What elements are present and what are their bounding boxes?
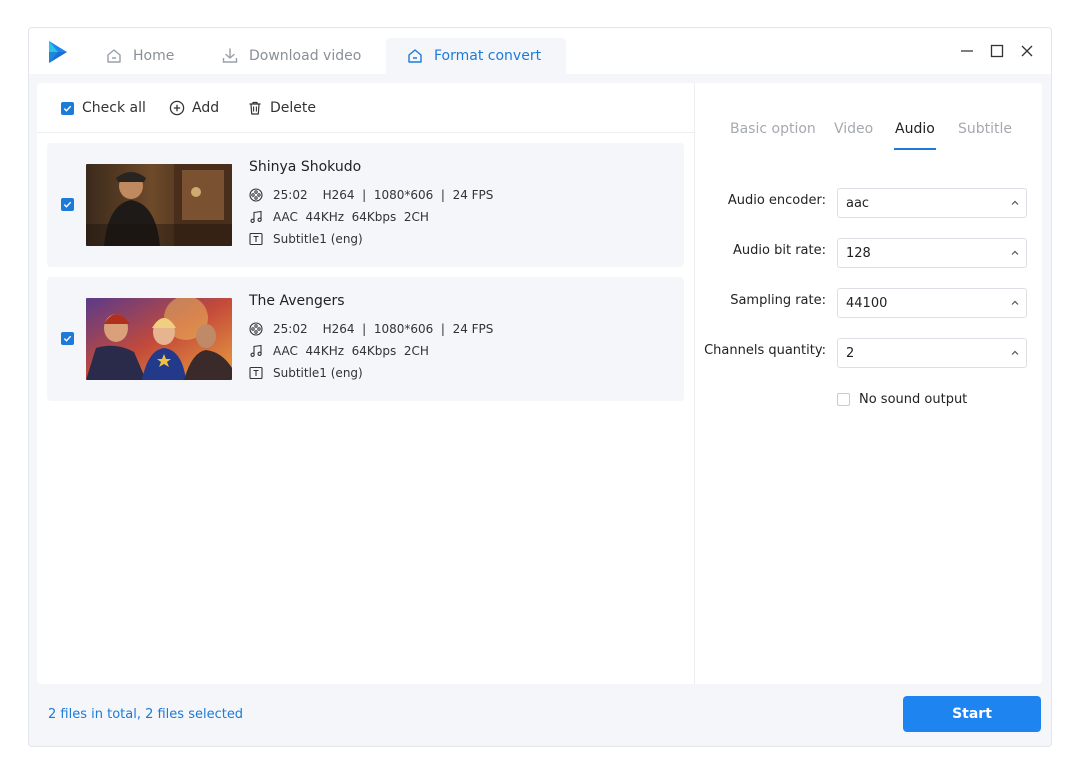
tab-basic-option[interactable]: Basic option — [730, 121, 816, 137]
channels-quantity-label: Channels quantity: — [704, 343, 826, 358]
file-title: The Avengers — [249, 293, 345, 309]
file-card[interactable]: Shinya Shokudo 25:02 H264 | 1080*606 | 2… — [47, 143, 684, 267]
delete-button[interactable]: Delete — [247, 99, 316, 117]
trash-icon — [247, 100, 263, 116]
audio-info-row: AAC 44KHz 64Kbps 2CH — [249, 210, 429, 224]
video-info: H264 | 1080*606 | 24 FPS — [322, 322, 494, 336]
sampling-rate-label: Sampling rate: — [730, 293, 826, 308]
home-icon — [105, 47, 123, 65]
audio-info-row: AAC 44KHz 64Kbps 2CH — [249, 344, 429, 358]
audio-info: AAC 44KHz 64Kbps 2CH — [273, 210, 429, 224]
app-logo-icon — [49, 41, 67, 63]
music-note-icon — [249, 210, 263, 224]
subtitle-info: Subtitle1 (eng) — [273, 232, 363, 246]
close-icon[interactable] — [1016, 40, 1038, 62]
audio-encoder-value: aac — [846, 195, 870, 211]
sampling-rate-select[interactable]: 44100 — [837, 288, 1027, 318]
video-thumbnail — [86, 298, 232, 380]
add-label: Add — [192, 100, 220, 116]
subtitle-icon — [249, 232, 263, 246]
check-all-button[interactable]: Check all — [61, 99, 146, 117]
subtitle-info-row: Subtitle1 (eng) — [249, 232, 363, 246]
tab-download-video[interactable]: Download video — [201, 38, 381, 74]
file-checkbox[interactable] — [61, 332, 74, 345]
tab-download-label: Download video — [249, 48, 362, 64]
tab-subtitle[interactable]: Subtitle — [958, 121, 1012, 137]
file-card[interactable]: The Avengers 25:02 H264 | 1080*606 | 24 … — [47, 277, 684, 401]
tab-format-label: Format convert — [434, 48, 542, 64]
video-thumbnail — [86, 164, 232, 246]
tab-audio[interactable]: Audio — [895, 121, 935, 137]
video-info: H264 | 1080*606 | 24 FPS — [322, 188, 494, 202]
tab-home-label: Home — [133, 48, 175, 64]
chevron-up-icon — [1011, 350, 1019, 355]
add-button[interactable]: Add — [169, 99, 219, 117]
video-info-row: 25:02 H264 | 1080*606 | 24 FPS — [249, 322, 493, 336]
no-sound-checkbox[interactable] — [837, 393, 850, 406]
music-note-icon — [249, 344, 263, 358]
check-all-checkbox[interactable] — [61, 101, 74, 115]
home-icon — [406, 47, 424, 65]
file-list-pane: Check all Add Delete Shinya Shokudo 25:0… — [37, 83, 695, 684]
audio-encoder-select[interactable]: aac — [837, 188, 1027, 218]
delete-label: Delete — [270, 100, 316, 116]
check-all-label: Check all — [82, 100, 146, 116]
film-reel-icon — [249, 188, 263, 202]
chevron-up-icon — [1011, 300, 1019, 305]
channels-quantity-select[interactable]: 2 — [837, 338, 1027, 368]
settings-pane: Basic option Video Audio Subtitle Audio … — [695, 83, 1042, 684]
tab-format-convert[interactable]: Format convert — [386, 38, 566, 74]
subtitle-info: Subtitle1 (eng) — [273, 366, 363, 380]
video-info-row: 25:02 H264 | 1080*606 | 24 FPS — [249, 188, 493, 202]
no-sound-label: No sound output — [859, 392, 968, 407]
audio-bitrate-value: 128 — [846, 245, 871, 261]
sampling-rate-value: 44100 — [846, 295, 888, 311]
file-toolbar: Check all Add Delete — [37, 83, 695, 133]
channels-quantity-value: 2 — [846, 345, 855, 361]
duration: 25:02 — [273, 322, 308, 336]
add-circle-icon — [169, 100, 185, 116]
app-window: Home Download video Format convert Check… — [28, 27, 1052, 747]
audio-info: AAC 44KHz 64Kbps 2CH — [273, 344, 429, 358]
chevron-up-icon — [1011, 200, 1019, 205]
tab-home[interactable]: Home — [85, 38, 194, 74]
subtitle-info-row: Subtitle1 (eng) — [249, 366, 363, 380]
status-text: 2 files in total, 2 files selected — [48, 707, 244, 722]
start-button[interactable]: Start — [903, 696, 1041, 732]
minimize-icon[interactable] — [956, 40, 978, 62]
maximize-icon[interactable] — [986, 40, 1008, 62]
active-tab-indicator — [894, 148, 936, 150]
download-icon — [221, 47, 239, 65]
audio-encoder-label: Audio encoder: — [727, 193, 826, 208]
no-sound-output-option[interactable]: No sound output — [837, 392, 967, 407]
chevron-up-icon — [1011, 250, 1019, 255]
file-title: Shinya Shokudo — [249, 159, 362, 175]
title-bar: Home Download video Format convert — [29, 28, 1051, 74]
file-checkbox[interactable] — [61, 198, 74, 211]
subtitle-icon — [249, 366, 263, 380]
audio-bitrate-label: Audio bit rate: — [733, 243, 826, 258]
audio-bitrate-select[interactable]: 128 — [837, 238, 1027, 268]
duration: 25:02 — [273, 188, 308, 202]
tab-video[interactable]: Video — [834, 121, 873, 137]
film-reel-icon — [249, 322, 263, 336]
main-content: Check all Add Delete Shinya Shokudo 25:0… — [37, 83, 1042, 684]
